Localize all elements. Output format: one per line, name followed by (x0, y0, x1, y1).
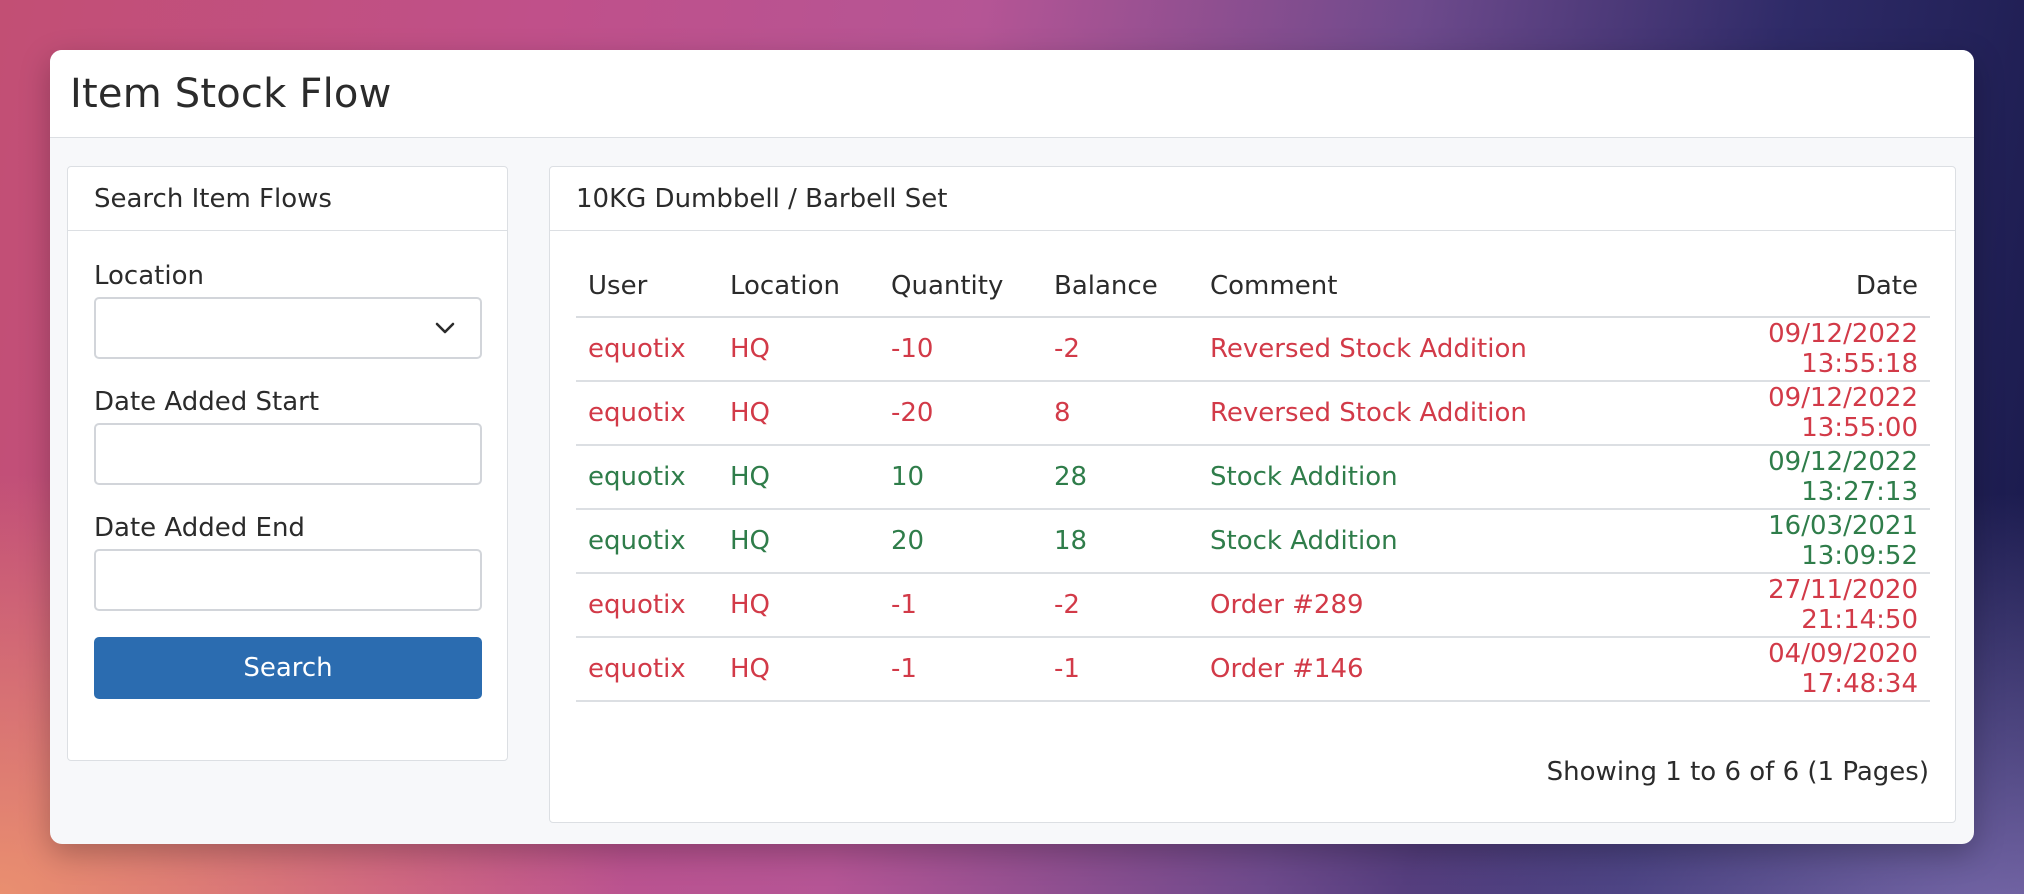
cell-date: 27/11/2020 21:14:50 (1648, 573, 1930, 638)
location-select[interactable] (94, 297, 482, 359)
cell-location: HQ (718, 573, 879, 638)
cell-balance: 28 (1042, 445, 1198, 510)
date-end-input[interactable] (94, 549, 482, 611)
cell-user: equotix (576, 573, 718, 638)
cell-user: equotix (576, 637, 718, 702)
table-row: equotix HQ -1 -2 Order #289 27/11/2020 2… (576, 573, 1930, 638)
search-panel-title: Search Item Flows (68, 167, 507, 231)
column-header-location[interactable]: Location (718, 255, 879, 318)
date-start-input[interactable] (94, 423, 482, 485)
search-form: Location Date Added Start Date Added End… (68, 261, 507, 699)
column-header-date[interactable]: Date (1648, 255, 1930, 318)
page-header: Item Stock Flow (50, 50, 1974, 138)
cell-comment: Order #146 (1198, 637, 1648, 702)
cell-user: equotix (576, 381, 718, 446)
page-title: Item Stock Flow (70, 70, 392, 117)
cell-quantity: -1 (879, 573, 1042, 638)
chevron-down-icon (435, 322, 455, 334)
table-row: equotix HQ 10 28 Stock Addition 09/12/20… (576, 445, 1930, 510)
cell-quantity: -20 (879, 381, 1042, 446)
cell-quantity: -1 (879, 637, 1042, 702)
stock-flow-table: User Location Quantity Balance Comment D… (576, 255, 1930, 702)
cell-balance: 8 (1042, 381, 1198, 446)
cell-balance: -2 (1042, 317, 1198, 382)
cell-user: equotix (576, 445, 718, 510)
column-header-balance[interactable]: Balance (1042, 255, 1198, 318)
cell-date: 09/12/2022 13:27:13 (1648, 445, 1930, 510)
cell-user: equotix (576, 509, 718, 574)
cell-balance: -1 (1042, 637, 1198, 702)
cell-quantity: 20 (879, 509, 1042, 574)
cell-location: HQ (718, 381, 879, 446)
cell-location: HQ (718, 509, 879, 574)
app-window: Item Stock Flow Search Item Flows Locati… (50, 50, 1974, 844)
cell-quantity: -10 (879, 317, 1042, 382)
date-end-label: Date Added End (94, 513, 305, 543)
results-panel: 10KG Dumbbell / Barbell Set User Locatio… (549, 166, 1956, 823)
cell-date: 16/03/2021 13:09:52 (1648, 509, 1930, 574)
cell-date: 09/12/2022 13:55:18 (1648, 317, 1930, 382)
table-row: equotix HQ 20 18 Stock Addition 16/03/20… (576, 509, 1930, 574)
item-title: 10KG Dumbbell / Barbell Set (550, 167, 1955, 231)
column-header-user[interactable]: User (576, 255, 718, 318)
table-row: equotix HQ -20 8 Reversed Stock Addition… (576, 381, 1930, 446)
cell-date: 04/09/2020 17:48:34 (1648, 637, 1930, 702)
cell-location: HQ (718, 445, 879, 510)
location-label: Location (94, 261, 204, 291)
search-button[interactable]: Search (94, 637, 482, 699)
cell-balance: -2 (1042, 573, 1198, 638)
cell-comment: Stock Addition (1198, 509, 1648, 574)
cell-balance: 18 (1042, 509, 1198, 574)
cell-user: equotix (576, 317, 718, 382)
cell-comment: Stock Addition (1198, 445, 1648, 510)
cell-comment: Reversed Stock Addition (1198, 317, 1648, 382)
table-row: equotix HQ -1 -1 Order #146 04/09/2020 1… (576, 637, 1930, 702)
cell-date: 09/12/2022 13:55:00 (1648, 381, 1930, 446)
table-row: equotix HQ -10 -2 Reversed Stock Additio… (576, 317, 1930, 382)
search-panel: Search Item Flows Location Date Added St… (67, 166, 508, 761)
column-header-comment[interactable]: Comment (1198, 255, 1648, 318)
date-start-label: Date Added Start (94, 387, 320, 417)
cell-location: HQ (718, 317, 879, 382)
pagination-summary: Showing 1 to 6 of 6 (1 Pages) (1546, 757, 1929, 787)
cell-quantity: 10 (879, 445, 1042, 510)
column-header-quantity[interactable]: Quantity (879, 255, 1042, 318)
cell-comment: Order #289 (1198, 573, 1648, 638)
cell-location: HQ (718, 637, 879, 702)
cell-comment: Reversed Stock Addition (1198, 381, 1648, 446)
table-header-row: User Location Quantity Balance Comment D… (576, 255, 1930, 318)
